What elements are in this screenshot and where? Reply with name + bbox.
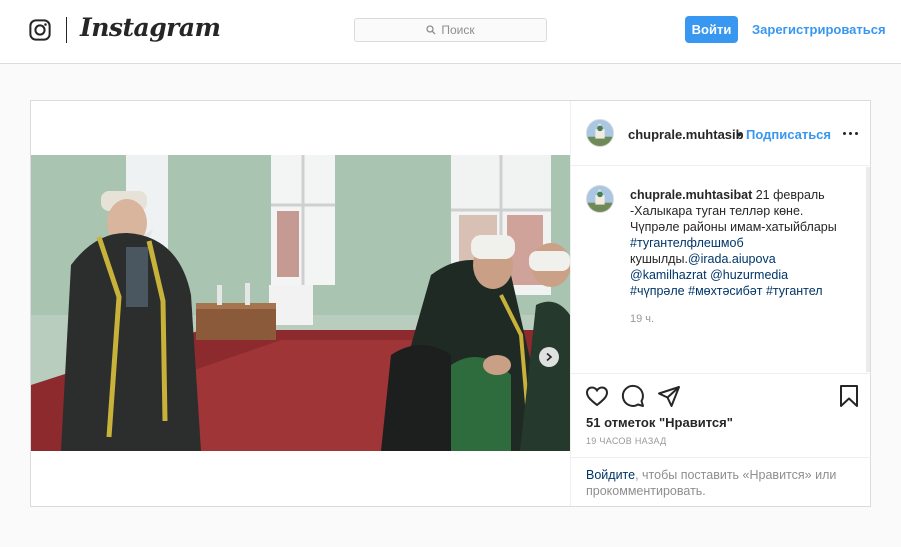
logo-divider — [66, 17, 67, 43]
heart-icon — [585, 386, 609, 407]
caption-line: кушылды. — [630, 252, 688, 266]
mention-link[interactable]: @huzurmedia — [710, 268, 788, 282]
hashtag-link[interactable]: #тугантел — [766, 284, 823, 298]
mention-link[interactable]: @irada.aiupova — [688, 252, 776, 266]
login-button[interactable]: Войти — [685, 16, 738, 43]
bookmark-icon — [840, 385, 858, 407]
login-prompt: Войдите, чтобы поставить «Нравится» или … — [571, 457, 871, 506]
carousel-next-button[interactable] — [539, 347, 559, 367]
caption-line: -Халыкара туган телләр көне. — [630, 204, 804, 218]
follow-button[interactable]: Подписаться — [746, 127, 831, 142]
caption-time: 19 ч. — [630, 313, 655, 325]
signup-link[interactable]: Зарегистрироваться — [752, 22, 886, 37]
post-sidebar: chuprale.muhtasib • Подписаться chuprale… — [570, 101, 871, 506]
caption-date: 21 февраль — [755, 188, 825, 202]
search-placeholder: Поиск — [441, 23, 475, 37]
post-card: chuprale.muhtasib • Подписаться chuprale… — [30, 100, 871, 507]
login-link[interactable]: Войдите — [586, 468, 635, 482]
instagram-icon[interactable] — [29, 19, 51, 41]
post-timestamp: 19 ЧАСОВ НАЗАД — [586, 436, 667, 446]
search-icon — [426, 25, 436, 35]
instagram-logo[interactable]: Instagram — [80, 13, 221, 42]
caption-text: chuprale.muhtasibat 21 февраль -Халыкара… — [630, 187, 860, 299]
like-button[interactable] — [585, 384, 609, 408]
caption-line: Чүпрәле районы имам-хатыйблары — [630, 220, 837, 234]
hashtag-link[interactable]: #мөхтәсибәт — [688, 284, 762, 298]
hashtag-link[interactable]: #тугантелфлешмоб — [630, 236, 744, 250]
search-input[interactable]: Поиск — [354, 18, 547, 42]
post-video[interactable] — [31, 155, 570, 451]
mention-link[interactable]: @kamilhazrat — [630, 268, 707, 282]
separator-dot: • — [737, 127, 742, 142]
top-nav: Instagram Поиск Войти Зарегистрироваться — [0, 0, 901, 64]
post-header: chuprale.muhtasib • Подписаться — [571, 101, 871, 166]
likes-count[interactable]: 51 отметок "Нравится" — [586, 415, 733, 430]
save-button[interactable] — [837, 384, 861, 408]
avatar[interactable] — [586, 185, 614, 213]
share-button[interactable] — [657, 384, 681, 408]
avatar[interactable] — [586, 119, 614, 147]
caption-username[interactable]: chuprale.muhtasibat — [630, 188, 752, 202]
hashtag-link[interactable]: #чүпрәле — [630, 284, 685, 298]
more-icon[interactable] — [843, 132, 858, 135]
post-caption: chuprale.muhtasibat 21 февраль -Халыкара… — [571, 167, 871, 373]
comment-icon — [621, 384, 644, 407]
post-username[interactable]: chuprale.muhtasib — [628, 127, 744, 142]
caption-scrollbar[interactable] — [866, 167, 870, 372]
share-icon — [658, 386, 680, 407]
comment-button[interactable] — [621, 384, 645, 408]
post-media — [31, 101, 570, 506]
post-actions: 51 отметок "Нравится" 19 ЧАСОВ НАЗАД — [571, 373, 871, 457]
chevron-right-icon — [546, 352, 553, 362]
